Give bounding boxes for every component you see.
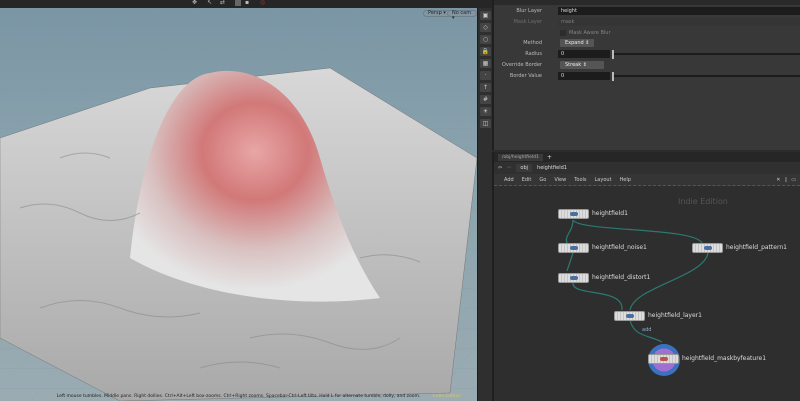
node-heightfield-distort1[interactable]	[558, 273, 589, 283]
shading-icon[interactable]	[235, 0, 241, 6]
method-select[interactable]: Expand ⇕	[560, 39, 594, 47]
border-value-label: Border Value	[510, 73, 542, 79]
mask-layer-label: Mask Layer	[514, 19, 542, 25]
ghost-icon[interactable]: ○	[480, 35, 491, 44]
blur-layer-label: Blur Layer	[516, 8, 542, 14]
node-icon	[570, 212, 578, 216]
network-menubar: Add Edit Go View Tools Layout Help ✕ ▯▭	[494, 174, 800, 186]
node-label: heightfield_layer1	[648, 312, 702, 319]
snap-icon[interactable]: ◇	[480, 23, 491, 32]
status-bar: Left mouse tumbles. Middle pans. Right d…	[0, 393, 477, 401]
node-heightfield-noise1[interactable]	[558, 243, 589, 253]
breadcrumb: ⇦ ⇨ obj heightfield1	[494, 162, 800, 174]
mask-aware-checkbox[interactable]	[560, 30, 566, 36]
layer-mode-label: add	[642, 327, 651, 333]
border-value-row: Border Value 0	[494, 72, 800, 81]
radius-row: Radius 0	[494, 50, 800, 59]
menu-view[interactable]: View	[554, 177, 566, 183]
override-border-value: Streak	[565, 62, 581, 68]
radius-slider-handle[interactable]	[612, 50, 614, 59]
tools-icon[interactable]: ✕	[776, 177, 780, 183]
menu-edit[interactable]: Edit	[522, 177, 532, 183]
radius-slider[interactable]	[614, 53, 800, 55]
notes-icon[interactable]: ▭	[791, 177, 796, 183]
lock-icon[interactable]: 🔒	[480, 47, 491, 56]
method-value: Expand	[565, 40, 584, 46]
method-row: Method Expand ⇕	[494, 39, 800, 48]
node-heightfield1[interactable]	[558, 209, 589, 219]
viewport-toolbar: ✥ ↖ ⇄ ▪ ◎	[0, 0, 492, 8]
border-value-slider-handle[interactable]	[612, 72, 614, 81]
node-icon	[660, 357, 668, 361]
override-border-row: Override Border Streak ⇕	[494, 61, 800, 70]
network-canvas[interactable]: Indie Edition heightfield1 heightfield_n…	[494, 187, 800, 401]
render-icon[interactable]: ▪	[245, 0, 251, 6]
scene-viewport[interactable]: Persp ▾ No cam ▾ Left mouse tumbles. Mid…	[0, 8, 477, 401]
override-border-select[interactable]: Streak ⇕	[560, 61, 604, 69]
border-value-slider[interactable]	[614, 75, 800, 77]
node-label: heightfield_distort1	[592, 274, 650, 281]
add-tab-icon[interactable]: +	[547, 154, 552, 161]
node-label: heightfield_noise1	[592, 244, 647, 251]
light-icon[interactable]: ☀	[480, 107, 491, 116]
back-icon[interactable]: ⇦	[498, 165, 502, 171]
parameter-panel: Blur Layer height Mask Layer mask Mask A…	[492, 0, 800, 150]
display-options-icon[interactable]: ▣	[480, 11, 491, 20]
menu-add[interactable]: Add	[504, 177, 514, 183]
menu-go[interactable]: Go	[539, 177, 546, 183]
camera-menu-label: Persp	[428, 10, 442, 16]
border-value-input[interactable]: 0	[558, 72, 610, 80]
radius-input[interactable]: 0	[558, 50, 610, 58]
path-obj[interactable]: obj	[516, 164, 532, 172]
node-icon	[570, 276, 578, 280]
normals-icon[interactable]: ↑	[480, 83, 491, 92]
node-icon	[570, 246, 578, 250]
blur-layer-row: Blur Layer height	[494, 7, 800, 16]
cam-menu[interactable]: No cam ▾	[447, 10, 477, 17]
grid-icon[interactable]: #	[480, 95, 491, 104]
path-node[interactable]: heightfield1	[537, 165, 567, 171]
mask-aware-row: Mask Aware Blur	[494, 29, 800, 38]
node-icon	[626, 314, 634, 318]
blur-layer-input[interactable]: height	[558, 7, 800, 15]
record-icon[interactable]: ◎	[260, 0, 266, 6]
camera-icon[interactable]: ◫	[480, 119, 491, 128]
edition-label: Indie Edition	[433, 393, 461, 401]
node-heightfield-pattern1[interactable]	[692, 243, 723, 253]
transform-tool-icon[interactable]: ↖	[207, 0, 213, 6]
info-icon[interactable]: ▯	[785, 177, 788, 183]
radius-label: Radius	[525, 51, 542, 57]
cam-menu-label: No cam	[452, 10, 471, 16]
node-label: heightfield1	[592, 210, 628, 217]
handle-tool-icon[interactable]: ⇄	[220, 0, 226, 6]
menu-layout[interactable]: Layout	[595, 177, 612, 183]
select-tool-icon[interactable]: ✥	[192, 0, 198, 6]
node-connections	[494, 187, 800, 401]
override-border-label: Override Border	[502, 62, 542, 68]
method-label: Method	[523, 40, 542, 46]
menu-help[interactable]: Help	[620, 177, 631, 183]
node-icon	[704, 246, 712, 250]
wireframe-icon[interactable]: ▦	[480, 59, 491, 68]
mask-layer-row: Mask Layer mask	[494, 18, 800, 27]
forward-icon[interactable]: ⇨	[507, 165, 511, 171]
mask-layer-input[interactable]: mask	[558, 18, 800, 26]
points-icon[interactable]: ·	[480, 71, 491, 80]
node-heightfield-layer1[interactable]	[614, 311, 645, 321]
network-tab[interactable]: /obj/heightfield1	[498, 154, 543, 161]
node-label: heightfield_pattern1	[726, 244, 787, 251]
viewport-side-toolbar: ▣ ◇ ○ 🔒 ▦ · ↑ # ☀ ◫	[477, 8, 492, 401]
menu-tools[interactable]: Tools	[574, 177, 586, 183]
terrain-mesh	[0, 8, 477, 401]
node-heightfield-maskbyfeature1[interactable]	[648, 354, 679, 364]
mask-aware-label: Mask Aware Blur	[569, 30, 611, 36]
network-editor: /obj/heightfield1 + ⇦ ⇨ obj heightfield1 A…	[492, 152, 800, 401]
node-label: heightfield_maskbyfeature1	[682, 355, 766, 362]
